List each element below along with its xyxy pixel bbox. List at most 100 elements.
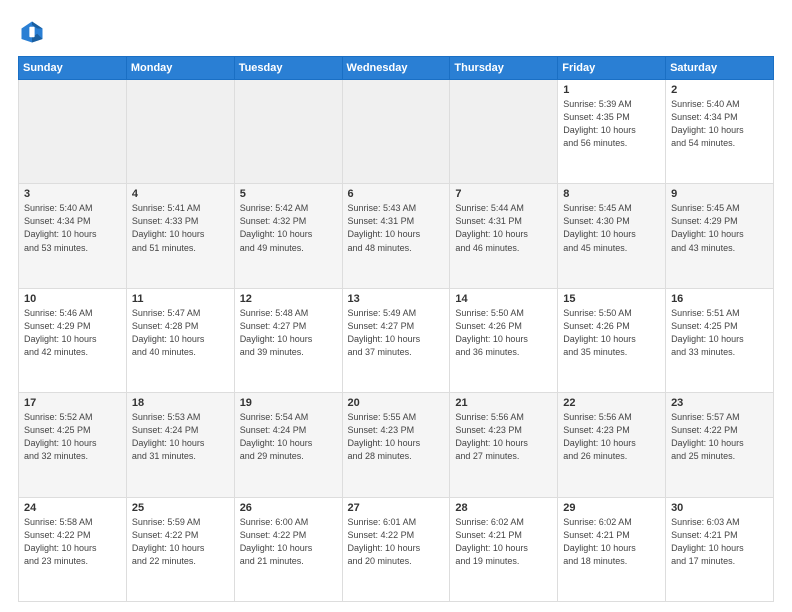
day-info: Sunrise: 5:58 AM Sunset: 4:22 PM Dayligh…: [24, 516, 121, 568]
day-number: 27: [348, 502, 445, 514]
day-number: 1: [563, 84, 660, 96]
calendar: SundayMondayTuesdayWednesdayThursdayFrid…: [18, 56, 774, 602]
day-info: Sunrise: 5:52 AM Sunset: 4:25 PM Dayligh…: [24, 411, 121, 463]
calendar-cell: 6Sunrise: 5:43 AM Sunset: 4:31 PM Daylig…: [342, 184, 450, 288]
day-number: 26: [240, 502, 337, 514]
weekday-header-wednesday: Wednesday: [342, 57, 450, 80]
day-info: Sunrise: 5:45 AM Sunset: 4:29 PM Dayligh…: [671, 202, 768, 254]
logo-icon: [18, 18, 46, 46]
week-row-2: 3 Sunrise: 5:40 AM Sunset: 4:34 PM Daylig…: [19, 184, 774, 288]
calendar-cell: 27 Sunrise: 6:01 AM Sunset: 4:22 PM Dayli…: [342, 497, 450, 601]
day-info: Sunrise: 5:40 AM Sunset: 4:34 PM Dayligh…: [24, 202, 121, 254]
day-info: Sunrise: 5:51 AM Sunset: 4:25 PM Dayligh…: [671, 307, 768, 359]
calendar-cell: 4 Sunrise: 5:41 AM Sunset: 4:33 PM Daylig…: [126, 184, 234, 288]
day-number: 14: [455, 293, 552, 305]
day-info: Sunrise: 5:47 AM Sunset: 4:28 PM Dayligh…: [132, 307, 229, 359]
calendar-cell: 8 Sunrise: 5:45 AM Sunset: 4:30 PM Daylig…: [558, 184, 666, 288]
calendar-cell: [342, 80, 450, 184]
calendar-cell: 14 Sunrise: 5:50 AM Sunset: 4:26 PM Dayli…: [450, 288, 558, 392]
day-info: Sunrise: 5:44 AM Sunset: 4:31 PM Dayligh…: [455, 202, 552, 254]
day-number: 7: [455, 188, 552, 200]
day-number: 29: [563, 502, 660, 514]
day-number: 9: [671, 188, 768, 200]
calendar-cell: 28 Sunrise: 6:02 AM Sunset: 4:21 PM Dayli…: [450, 497, 558, 601]
calendar-cell: 9 Sunrise: 5:45 AM Sunset: 4:29 PM Daylig…: [666, 184, 774, 288]
calendar-cell: 21 Sunrise: 5:56 AM Sunset: 4:23 PM Dayli…: [450, 393, 558, 497]
calendar-cell: 16 Sunrise: 5:51 AM Sunset: 4:25 PM Dayli…: [666, 288, 774, 392]
calendar-cell: 1Sunrise: 5:39 AM Sunset: 4:35 PM Daylig…: [558, 80, 666, 184]
day-number: 13: [348, 293, 445, 305]
day-number: 15: [563, 293, 660, 305]
week-row-5: 24Sunrise: 5:58 AM Sunset: 4:22 PM Dayli…: [19, 497, 774, 601]
day-number: 17: [24, 397, 121, 409]
day-info: Sunrise: 5:45 AM Sunset: 4:30 PM Dayligh…: [563, 202, 660, 254]
weekday-header-row: SundayMondayTuesdayWednesdayThursdayFrid…: [19, 57, 774, 80]
day-number: 2: [671, 84, 768, 96]
week-row-3: 10Sunrise: 5:46 AM Sunset: 4:29 PM Dayli…: [19, 288, 774, 392]
day-number: 23: [671, 397, 768, 409]
day-number: 30: [671, 502, 768, 514]
day-info: Sunrise: 5:56 AM Sunset: 4:23 PM Dayligh…: [455, 411, 552, 463]
day-number: 4: [132, 188, 229, 200]
calendar-cell: [234, 80, 342, 184]
calendar-cell: 29 Sunrise: 6:02 AM Sunset: 4:21 PM Dayli…: [558, 497, 666, 601]
day-number: 10: [24, 293, 121, 305]
day-number: 25: [132, 502, 229, 514]
calendar-cell: 5Sunrise: 5:42 AM Sunset: 4:32 PM Daylig…: [234, 184, 342, 288]
calendar-cell: 3 Sunrise: 5:40 AM Sunset: 4:34 PM Daylig…: [19, 184, 127, 288]
day-number: 6: [348, 188, 445, 200]
calendar-cell: 20 Sunrise: 5:55 AM Sunset: 4:23 PM Dayli…: [342, 393, 450, 497]
day-info: Sunrise: 5:49 AM Sunset: 4:27 PM Dayligh…: [348, 307, 445, 359]
header: [18, 18, 774, 46]
weekday-header-friday: Friday: [558, 57, 666, 80]
page: SundayMondayTuesdayWednesdayThursdayFrid…: [0, 0, 792, 612]
day-info: Sunrise: 5:40 AM Sunset: 4:34 PM Dayligh…: [671, 98, 768, 150]
day-info: Sunrise: 5:41 AM Sunset: 4:33 PM Dayligh…: [132, 202, 229, 254]
day-number: 21: [455, 397, 552, 409]
calendar-cell: 23 Sunrise: 5:57 AM Sunset: 4:22 PM Dayli…: [666, 393, 774, 497]
day-number: 3: [24, 188, 121, 200]
day-info: Sunrise: 6:02 AM Sunset: 4:21 PM Dayligh…: [455, 516, 552, 568]
day-number: 28: [455, 502, 552, 514]
calendar-cell: 24Sunrise: 5:58 AM Sunset: 4:22 PM Dayli…: [19, 497, 127, 601]
calendar-cell: 26 Sunrise: 6:00 AM Sunset: 4:22 PM Dayli…: [234, 497, 342, 601]
day-number: 16: [671, 293, 768, 305]
day-number: 20: [348, 397, 445, 409]
day-info: Sunrise: 6:02 AM Sunset: 4:21 PM Dayligh…: [563, 516, 660, 568]
calendar-cell: 18 Sunrise: 5:53 AM Sunset: 4:24 PM Dayli…: [126, 393, 234, 497]
day-info: Sunrise: 5:53 AM Sunset: 4:24 PM Dayligh…: [132, 411, 229, 463]
day-number: 12: [240, 293, 337, 305]
day-info: Sunrise: 5:55 AM Sunset: 4:23 PM Dayligh…: [348, 411, 445, 463]
week-row-4: 17 Sunrise: 5:52 AM Sunset: 4:25 PM Dayli…: [19, 393, 774, 497]
week-row-1: 1Sunrise: 5:39 AM Sunset: 4:35 PM Daylig…: [19, 80, 774, 184]
calendar-cell: 10Sunrise: 5:46 AM Sunset: 4:29 PM Dayli…: [19, 288, 127, 392]
calendar-cell: 7 Sunrise: 5:44 AM Sunset: 4:31 PM Daylig…: [450, 184, 558, 288]
day-info: Sunrise: 5:50 AM Sunset: 4:26 PM Dayligh…: [455, 307, 552, 359]
day-info: Sunrise: 6:01 AM Sunset: 4:22 PM Dayligh…: [348, 516, 445, 568]
calendar-cell: 2 Sunrise: 5:40 AM Sunset: 4:34 PM Daylig…: [666, 80, 774, 184]
day-info: Sunrise: 5:56 AM Sunset: 4:23 PM Dayligh…: [563, 411, 660, 463]
weekday-header-sunday: Sunday: [19, 57, 127, 80]
calendar-cell: 15 Sunrise: 5:50 AM Sunset: 4:26 PM Dayli…: [558, 288, 666, 392]
calendar-cell: 30Sunrise: 6:03 AM Sunset: 4:21 PM Dayli…: [666, 497, 774, 601]
logo: [18, 18, 50, 46]
day-number: 5: [240, 188, 337, 200]
weekday-header-tuesday: Tuesday: [234, 57, 342, 80]
day-number: 8: [563, 188, 660, 200]
calendar-cell: [126, 80, 234, 184]
day-info: Sunrise: 5:48 AM Sunset: 4:27 PM Dayligh…: [240, 307, 337, 359]
day-info: Sunrise: 5:57 AM Sunset: 4:22 PM Dayligh…: [671, 411, 768, 463]
day-info: Sunrise: 5:54 AM Sunset: 4:24 PM Dayligh…: [240, 411, 337, 463]
day-number: 19: [240, 397, 337, 409]
calendar-cell: 17 Sunrise: 5:52 AM Sunset: 4:25 PM Dayli…: [19, 393, 127, 497]
day-info: Sunrise: 6:00 AM Sunset: 4:22 PM Dayligh…: [240, 516, 337, 568]
weekday-header-monday: Monday: [126, 57, 234, 80]
calendar-cell: [450, 80, 558, 184]
calendar-cell: 11 Sunrise: 5:47 AM Sunset: 4:28 PM Dayli…: [126, 288, 234, 392]
day-number: 11: [132, 293, 229, 305]
calendar-cell: 22Sunrise: 5:56 AM Sunset: 4:23 PM Dayli…: [558, 393, 666, 497]
calendar-cell: 25Sunrise: 5:59 AM Sunset: 4:22 PM Dayli…: [126, 497, 234, 601]
calendar-cell: [19, 80, 127, 184]
day-info: Sunrise: 5:50 AM Sunset: 4:26 PM Dayligh…: [563, 307, 660, 359]
day-number: 18: [132, 397, 229, 409]
